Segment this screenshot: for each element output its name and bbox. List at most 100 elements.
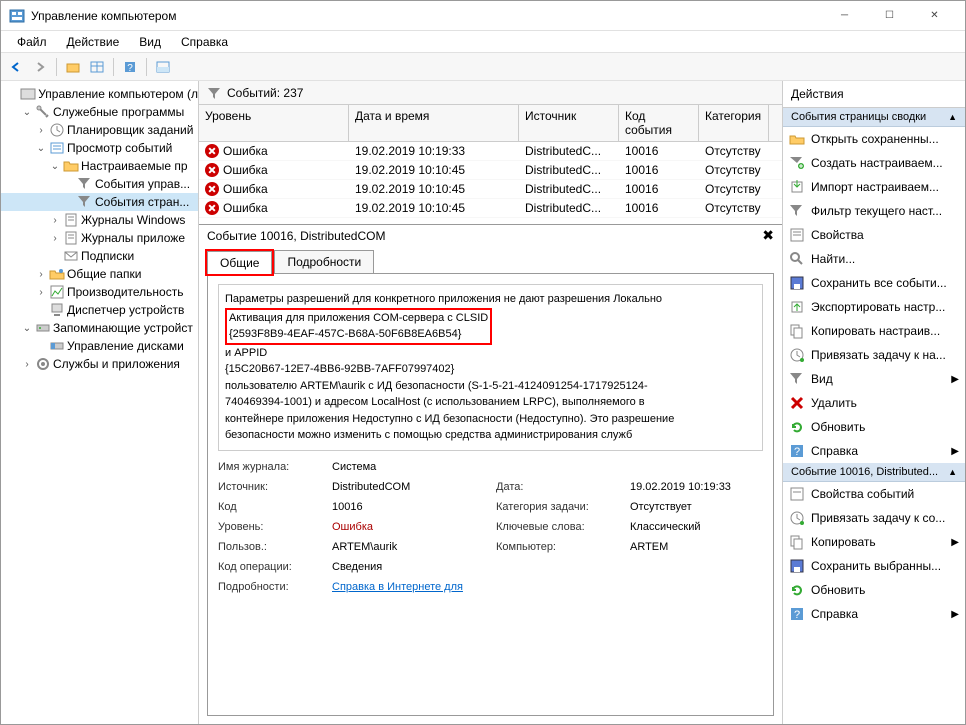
action-item[interactable]: Привязать задачу к на...: [783, 343, 965, 367]
mgmt-icon: [20, 86, 36, 102]
tree-item[interactable]: ›Планировщик заданий: [1, 121, 198, 139]
toolbar-help-button[interactable]: ?: [119, 56, 141, 78]
action-item[interactable]: ?Справка▶: [783, 602, 965, 626]
tree-item[interactable]: ›Журналы приложе: [1, 229, 198, 247]
actions-section-1[interactable]: События страницы сводки ▲: [783, 108, 965, 127]
col-source[interactable]: Источник: [519, 105, 619, 141]
cell-source: DistributedC...: [519, 161, 619, 179]
expand-icon[interactable]: ⌄: [21, 107, 33, 118]
detail-body: Параметры разрешений для конкретного при…: [207, 273, 774, 716]
action-item[interactable]: Сохранить выбранны...: [783, 554, 965, 578]
nav-back-button[interactable]: [5, 56, 27, 78]
submenu-arrow-icon: ▶: [951, 609, 959, 620]
tree-item[interactable]: События стран...: [1, 193, 198, 211]
action-item[interactable]: Удалить: [783, 391, 965, 415]
menu-view[interactable]: Вид: [129, 33, 171, 51]
action-item[interactable]: Свойства: [783, 223, 965, 247]
action-item[interactable]: Создать настраиваем...: [783, 151, 965, 175]
tree-label: Общие папки: [67, 267, 141, 281]
expand-icon[interactable]: ›: [35, 125, 47, 136]
actions-pane: Действия События страницы сводки ▲ Откры…: [783, 81, 965, 724]
action-item[interactable]: Копировать▶: [783, 530, 965, 554]
tree-item[interactable]: ⌄ Настраиваемые пр: [1, 157, 198, 175]
toolbar-list-button[interactable]: [86, 56, 108, 78]
col-code[interactable]: Код события: [619, 105, 699, 141]
tab-general[interactable]: Общие: [207, 251, 272, 274]
action-item[interactable]: Обновить: [783, 578, 965, 602]
action-item[interactable]: Обновить: [783, 415, 965, 439]
action-item[interactable]: Экспортировать настр...: [783, 295, 965, 319]
tree-label: Настраиваемые пр: [81, 159, 188, 173]
tab-details[interactable]: Подробности: [274, 250, 374, 273]
event-row[interactable]: Ошибка19.02.2019 10:10:45DistributedC...…: [199, 180, 782, 199]
tree-item[interactable]: ›Журналы Windows: [1, 211, 198, 229]
events-columns: Уровень Дата и время Источник Код событи…: [199, 105, 782, 142]
tree-item[interactable]: Управление дисками: [1, 337, 198, 355]
menu-file[interactable]: Файл: [7, 33, 57, 51]
tree-item[interactable]: Управление компьютером (л: [1, 85, 198, 103]
tree-item[interactable]: Подписки: [1, 247, 198, 265]
expand-icon[interactable]: ›: [49, 215, 61, 226]
menu-action[interactable]: Действие: [57, 33, 130, 51]
action-item[interactable]: Копировать настраив...: [783, 319, 965, 343]
tree-item[interactable]: ⌄Запоминающие устройст: [1, 319, 198, 337]
col-level[interactable]: Уровень: [199, 105, 349, 141]
create-icon: [789, 155, 805, 171]
expand-icon[interactable]: ⌄: [35, 143, 47, 154]
tree-item[interactable]: События управ...: [1, 175, 198, 193]
toolbar-separator: [146, 58, 147, 76]
expand-icon[interactable]: ›: [49, 233, 61, 244]
expand-icon[interactable]: ›: [35, 287, 47, 298]
action-item[interactable]: Вид▶: [783, 367, 965, 391]
center-pane: Событий: 237 Уровень Дата и время Источн…: [199, 81, 783, 724]
tree-item[interactable]: › Общие папки: [1, 265, 198, 283]
expand-icon[interactable]: ⌄: [49, 161, 61, 172]
label-opcode: Код операции:: [218, 561, 318, 573]
action-item[interactable]: Открыть сохраненны...: [783, 127, 965, 151]
event-row[interactable]: Ошибка19.02.2019 10:19:33DistributedC...…: [199, 142, 782, 161]
action-item[interactable]: Найти...: [783, 247, 965, 271]
col-category[interactable]: Категория: [699, 105, 769, 141]
tree-item[interactable]: ⌄Просмотр событий: [1, 139, 198, 157]
menu-help[interactable]: Справка: [171, 33, 238, 51]
close-button[interactable]: ✕: [912, 2, 957, 30]
action-item[interactable]: Привязать задачу к со...: [783, 506, 965, 530]
nav-tree[interactable]: Управление компьютером (л⌄Служебные прог…: [1, 81, 199, 724]
action-item[interactable]: Фильтр текущего наст...: [783, 199, 965, 223]
tree-item[interactable]: Диспетчер устройств: [1, 301, 198, 319]
tree-item[interactable]: ⌄Служебные программы: [1, 103, 198, 121]
help-link[interactable]: Справка в Интернете для: [332, 581, 463, 593]
event-icon: [49, 140, 65, 156]
titlebar: Управление компьютером ─ ☐ ✕: [1, 1, 965, 31]
events-list[interactable]: Уровень Дата и время Источник Код событи…: [199, 105, 782, 225]
toolbar-preview-button[interactable]: [152, 56, 174, 78]
tree-item[interactable]: ›Службы и приложения: [1, 355, 198, 373]
filter-icon[interactable]: [207, 86, 221, 100]
minimize-button[interactable]: ─: [822, 2, 867, 30]
action-item[interactable]: ?Справка▶: [783, 439, 965, 463]
label-more: Подробности:: [218, 581, 318, 593]
tools-icon: [35, 104, 51, 120]
action-item[interactable]: Импорт настраиваем...: [783, 175, 965, 199]
col-datetime[interactable]: Дата и время: [349, 105, 519, 141]
expand-icon[interactable]: ⌄: [21, 323, 33, 334]
action-label: Сохранить все событи...: [811, 276, 947, 290]
nav-forward-button[interactable]: [29, 56, 51, 78]
event-description[interactable]: Параметры разрешений для конкретного при…: [218, 284, 763, 451]
evprops-icon: [789, 486, 805, 502]
action-item[interactable]: Свойства событий: [783, 482, 965, 506]
action-label: Привязать задачу к на...: [811, 348, 946, 362]
label-logname: Имя журнала:: [218, 461, 318, 473]
event-row[interactable]: Ошибка19.02.2019 10:10:45DistributedC...…: [199, 199, 782, 218]
detail-close-button[interactable]: ✖: [762, 227, 774, 244]
expand-icon[interactable]: ›: [35, 269, 47, 280]
actions-section-2[interactable]: Событие 10016, Distributed... ▲: [783, 463, 965, 482]
tree-item[interactable]: ›Производительность: [1, 283, 198, 301]
desc-line: 740469394-1001) и адресом LocalHost (с и…: [225, 394, 756, 411]
tree-label: Диспетчер устройств: [67, 303, 184, 317]
event-row[interactable]: Ошибка19.02.2019 10:10:45DistributedC...…: [199, 161, 782, 180]
action-item[interactable]: Сохранить все событи...: [783, 271, 965, 295]
expand-icon[interactable]: ›: [21, 359, 33, 370]
maximize-button[interactable]: ☐: [867, 2, 912, 30]
toolbar-folder-button[interactable]: [62, 56, 84, 78]
